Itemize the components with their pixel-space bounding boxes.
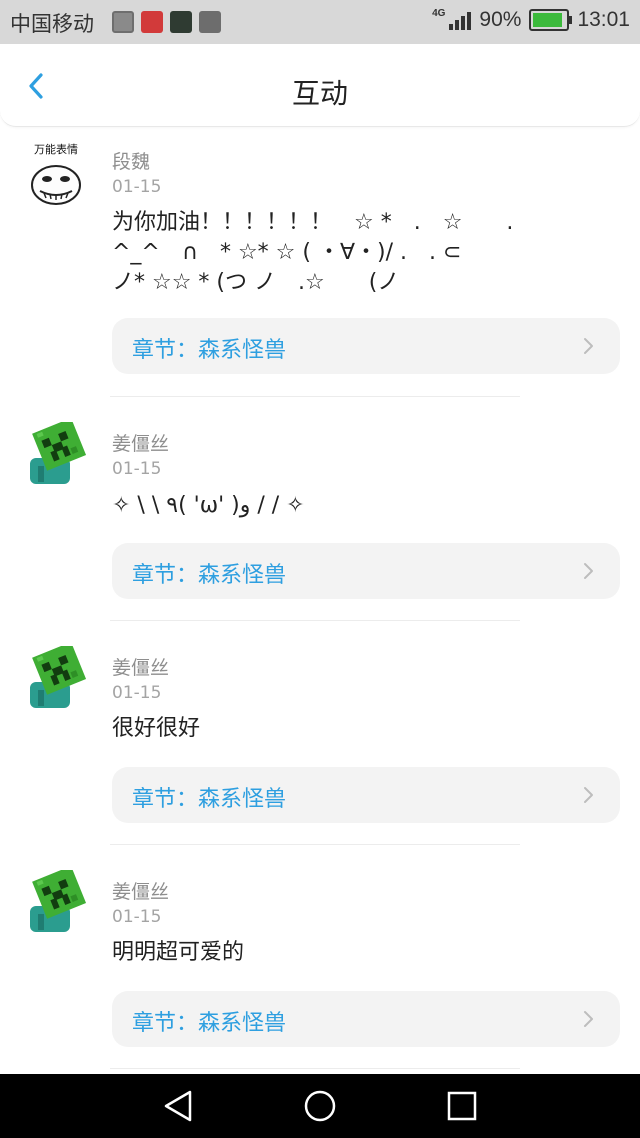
notification-icons [112,11,221,33]
chapter-link[interactable]: 章节：森系怪兽 [112,543,620,599]
header-bar: 互动 [0,44,640,127]
chevron-right-icon [584,787,593,803]
user-name[interactable]: 姜僵丝 [112,653,169,680]
clock: 13:01 [577,8,630,31]
battery-fill [533,13,562,27]
list-item: 姜僵丝 01-15 明明超可爱的 章节：森系怪兽 [0,845,640,1069]
list-item: 姜僵丝 01-15 ✧ \ \ ٩( 'ω' )و / / ✧ 章节：森系怪兽 [0,397,640,621]
status-bar: 中国移动 4G 90% 13:01 [0,0,640,44]
battery-icon [529,9,573,31]
chevron-right-icon [584,563,593,579]
comment-text: 明明超可爱的 [112,940,245,965]
signal-icon [449,10,472,30]
chapter-label: 章节：森系怪兽 [132,1011,287,1036]
comment-list: 万能表情 段魏 01-15 为你加油！！！！！！ ☆ * . ☆ . ^_^ ∩… [0,127,640,1069]
creeper-avatar [30,870,87,932]
creeper-avatar [30,422,87,484]
meme-face-avatar: 万能表情 [24,141,88,205]
comment-date: 01-15 [112,683,162,703]
divider [110,1068,520,1069]
page-title: 互动 [291,77,348,110]
user-name[interactable]: 段魏 [112,147,150,174]
network-type: 4G [432,7,446,19]
comment-text: 为你加油！！！！！！ ☆ * . ☆ . ^_^ ∩ * ☆* ☆ ( ・∀・)… [112,210,514,295]
chevron-right-icon [584,1011,593,1027]
avatar[interactable]: 万能表情 [24,141,88,205]
comment-date: 01-15 [112,907,162,927]
comment-text: 很好很好 [112,716,201,741]
comment-date: 01-15 [112,177,162,197]
reverse-app-icon [170,11,192,33]
system-navigation-bar [0,1074,640,1138]
avatar[interactable] [24,646,88,710]
user-name[interactable]: 姜僵丝 [112,877,169,904]
creeper-avatar [30,646,87,708]
avatar[interactable] [24,870,88,934]
comment-text: ✧ \ \ ٩( 'ω' )و / / ✧ [112,493,305,518]
carrier-label: 中国移动 [10,13,94,36]
gallery-icon [112,11,134,33]
chevron-right-icon [584,338,593,354]
square-recents-icon[interactable] [444,1088,480,1124]
app-icon-red [141,11,163,33]
user-name[interactable]: 姜僵丝 [112,429,169,456]
chapter-label: 章节：森系怪兽 [132,787,287,812]
avatar[interactable] [24,422,88,486]
chapter-link[interactable]: 章节：森系怪兽 [112,318,620,374]
svg-text:万能表情: 万能表情 [34,142,78,156]
chapter-label: 章节：森系怪兽 [132,338,287,363]
circle-home-icon[interactable] [302,1088,338,1124]
chapter-link[interactable]: 章节：森系怪兽 [112,767,620,823]
battery-percent: 90% [479,8,522,31]
triangle-back-icon[interactable] [160,1088,196,1124]
list-item: 万能表情 段魏 01-15 为你加油！！！！！！ ☆ * . ☆ . ^_^ ∩… [0,127,640,397]
chapter-label: 章节：森系怪兽 [132,563,287,588]
status-right: 4G 90% 13:01 [432,8,630,32]
list-item: 姜僵丝 01-15 很好很好 章节：森系怪兽 [0,621,640,845]
chapter-link[interactable]: 章节：森系怪兽 [112,991,620,1047]
comment-date: 01-15 [112,459,162,479]
game-app-icon [199,11,221,33]
